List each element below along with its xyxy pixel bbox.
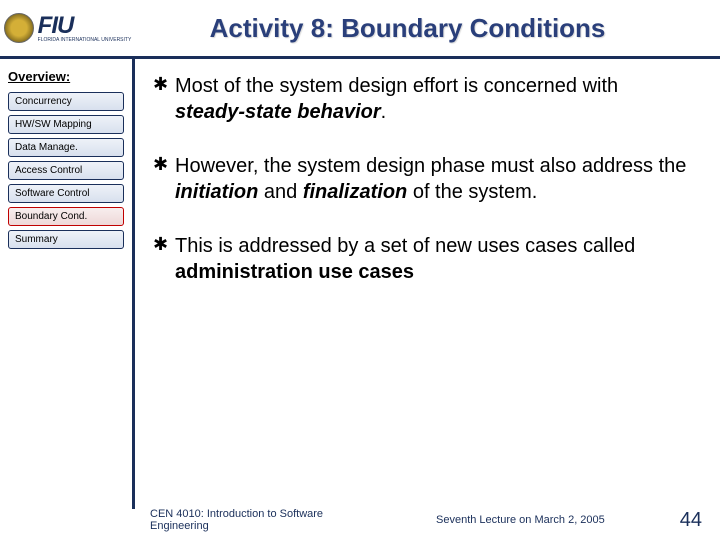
- text-em: administration use cases: [175, 261, 414, 283]
- sidebar-item-boundary[interactable]: Boundary Cond.: [8, 207, 124, 226]
- bullet-1: ✱ Most of the system design effort is co…: [153, 73, 690, 125]
- bullet-3: ✱ This is addressed by a set of new uses…: [153, 233, 690, 285]
- page-number: 44: [662, 509, 702, 532]
- sidebar-item-summary[interactable]: Summary: [8, 230, 124, 249]
- footer-lecture: Seventh Lecture on March 2, 2005: [376, 514, 662, 526]
- logo-acronym: FIU: [38, 14, 132, 38]
- footer-course: CEN 4010: Introduction to Software Engin…: [150, 508, 376, 532]
- sidebar-item-data[interactable]: Data Manage.: [8, 138, 124, 157]
- sidebar-item-concurrency[interactable]: Concurrency: [8, 92, 124, 111]
- footer: CEN 4010: Introduction to Software Engin…: [0, 508, 720, 532]
- text: This is addressed by a set of new uses c…: [175, 235, 635, 257]
- logo-subtitle: FLORIDA INTERNATIONAL UNIVERSITY: [38, 38, 132, 43]
- sidebar: Overview: Concurrency HW/SW Mapping Data…: [0, 59, 135, 509]
- bullet-icon: ✱: [153, 233, 175, 285]
- bullet-2: ✱ However, the system design phase must …: [153, 153, 690, 205]
- bullet-icon: ✱: [153, 73, 175, 125]
- text: Most of the system design effort is conc…: [175, 75, 618, 97]
- sidebar-item-software[interactable]: Software Control: [8, 184, 124, 203]
- seal-icon: [4, 13, 34, 43]
- text-em: finalization: [303, 181, 407, 203]
- bullet-text: However, the system design phase must al…: [175, 153, 690, 205]
- text: of the system.: [407, 181, 537, 203]
- sidebar-item-hwsw[interactable]: HW/SW Mapping: [8, 115, 124, 134]
- text: However, the system design phase must al…: [175, 155, 686, 177]
- text: and: [258, 181, 302, 203]
- content: ✱ Most of the system design effort is co…: [135, 59, 720, 509]
- text-em: initiation: [175, 181, 258, 203]
- page-title: Activity 8: Boundary Conditions: [135, 13, 720, 44]
- bullet-text: This is addressed by a set of new uses c…: [175, 233, 690, 285]
- bullet-icon: ✱: [153, 153, 175, 205]
- bullet-text: Most of the system design effort is conc…: [175, 73, 690, 125]
- text-em: steady-state behavior: [175, 101, 381, 123]
- slide: FIU FLORIDA INTERNATIONAL UNIVERSITY Act…: [0, 0, 720, 540]
- text: .: [381, 101, 387, 123]
- body: Overview: Concurrency HW/SW Mapping Data…: [0, 59, 720, 509]
- sidebar-title: Overview:: [8, 69, 124, 84]
- logo: FIU FLORIDA INTERNATIONAL UNIVERSITY: [0, 0, 135, 56]
- logo-text: FIU FLORIDA INTERNATIONAL UNIVERSITY: [38, 14, 132, 43]
- sidebar-item-access[interactable]: Access Control: [8, 161, 124, 180]
- header: FIU FLORIDA INTERNATIONAL UNIVERSITY Act…: [0, 0, 720, 59]
